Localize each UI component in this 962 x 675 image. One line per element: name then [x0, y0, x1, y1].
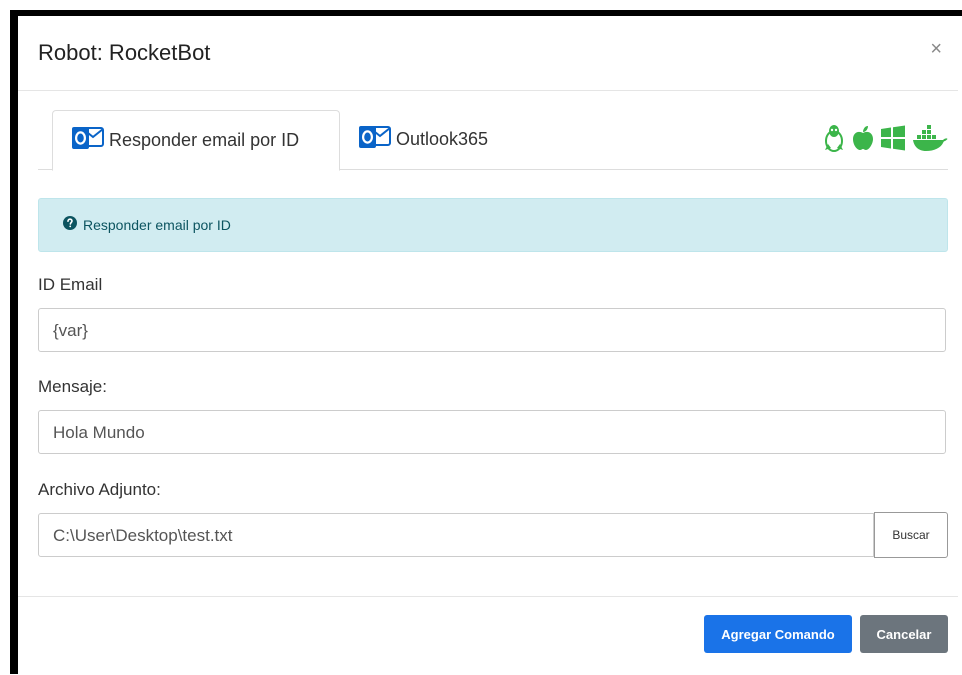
outlook-icon	[71, 124, 105, 157]
os-compatibility-icons	[822, 124, 948, 157]
mensaje-input[interactable]: Hola Mundo	[38, 410, 946, 454]
cancelar-button[interactable]: Cancelar	[860, 615, 948, 653]
tab-label: Responder email por ID	[109, 130, 300, 150]
modal-footer: Agregar Comando Cancelar	[18, 596, 958, 675]
linux-icon	[822, 124, 846, 157]
buscar-button[interactable]: Buscar	[874, 512, 948, 558]
windows-icon	[880, 125, 906, 156]
mensaje-label: Mensaje:	[38, 377, 107, 396]
robot-modal: Robot: RocketBot × Responder email por I…	[18, 16, 962, 674]
info-text: Responder email por ID	[83, 217, 231, 233]
tab-bar: Responder email por ID Outlook365	[38, 110, 948, 171]
close-button[interactable]: ×	[930, 38, 942, 61]
id-email-input[interactable]: {var}	[38, 308, 946, 352]
tab-responder-email[interactable]: Responder email por ID	[52, 110, 340, 171]
window-frame-left	[10, 10, 18, 674]
outlook-icon	[358, 123, 392, 156]
modal-header: Robot: RocketBot ×	[18, 16, 958, 91]
archivo-adjunto-label: Archivo Adjunto:	[38, 480, 161, 499]
apple-icon	[852, 125, 874, 156]
archivo-adjunto-input[interactable]: C:\User\Desktop\test.txt	[38, 513, 874, 557]
docker-icon	[912, 125, 948, 156]
tab-label: Outlook365	[396, 128, 489, 149]
agregar-comando-button[interactable]: Agregar Comando	[704, 615, 852, 653]
modal-title: Robot: RocketBot	[38, 40, 211, 65]
id-email-label: ID Email	[38, 275, 103, 294]
info-alert: Responder email por ID	[38, 198, 948, 252]
tab-outlook365[interactable]: Outlook365	[358, 110, 518, 168]
question-circle-icon	[63, 215, 77, 235]
